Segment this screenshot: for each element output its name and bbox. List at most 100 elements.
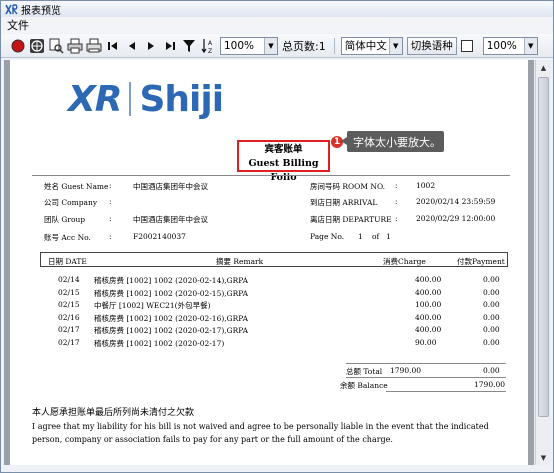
total-payment: 0.00 — [483, 366, 500, 375]
departure-label: 离店日期 DEPARTURE — [310, 215, 392, 224]
row-remark: 稽核房费 [1002] 1002 (2020-02-15),GRPA — [94, 288, 249, 298]
prev-page-icon[interactable] — [123, 37, 141, 55]
option-checkbox[interactable] — [460, 39, 473, 52]
app-logo-icon — [5, 3, 18, 15]
row-payment: 0.00 — [483, 300, 500, 309]
company-logo: XR Shiji — [68, 79, 224, 120]
zoom2-select[interactable]: 100% ▼ — [482, 36, 538, 55]
first-page-icon[interactable] — [104, 37, 122, 55]
row-remark: 中餐厅 [1002] WEC21(外包早餐) — [94, 301, 211, 310]
row-date: 02/17 — [58, 337, 80, 347]
row-payment: 0.00 — [483, 287, 500, 297]
menu-file[interactable]: 文件 — [7, 17, 29, 33]
acc-sep: : — [109, 232, 112, 241]
row-date: 02/15 — [58, 300, 80, 309]
filter-icon[interactable] — [180, 37, 198, 55]
balance-underline — [386, 391, 506, 392]
printer-icon[interactable] — [85, 37, 103, 55]
sort-icon[interactable]: AZ — [199, 37, 217, 55]
zoom-select[interactable]: 100% ▼ — [220, 36, 278, 55]
window-title: 报表预览 — [21, 5, 61, 17]
row-remark: 稽核房费 [1002] 1002 (2020-02-16),GRPA — [94, 313, 249, 323]
switch-language-button[interactable]: 切换语种 — [406, 36, 457, 55]
row-payment: 0.00 — [483, 325, 500, 334]
balance-value: 1790.00 — [474, 380, 506, 389]
col-charge: 消费Charge — [383, 257, 426, 266]
report-title-box: 宾客账单 Guest Billing Folio — [237, 140, 330, 183]
total-pages: 总页数:1 — [282, 39, 326, 53]
globe-icon[interactable] — [28, 37, 46, 55]
page-no: 1 — [358, 232, 363, 241]
scroll-up-icon[interactable]: ▲ — [536, 60, 551, 75]
disclaimer-title: 本人愿承担账单最后所列尚未清付之欠款 — [32, 408, 195, 418]
guest-name-label: 姓名 Guest Name — [44, 182, 109, 191]
balance-label: 余额 Balance — [340, 381, 388, 390]
total-charge: 1790.00 — [390, 366, 422, 375]
page-label: Page No. — [310, 232, 345, 241]
row-date: 02/14 — [58, 275, 80, 284]
header-divider — [32, 175, 510, 176]
title-cn: 宾客账单 — [264, 144, 303, 155]
totals-divider — [346, 363, 506, 364]
page-total: 1 — [386, 232, 391, 241]
menu-bar: 文件 — [1, 17, 553, 33]
row-payment: 0.00 — [483, 312, 500, 322]
company-sep: : — [109, 197, 112, 206]
row-charge: 400.00 — [415, 275, 442, 284]
print-preview-icon[interactable] — [47, 37, 65, 55]
title-bar: 报表预览 — [1, 1, 553, 17]
disclaimer-text: I agree that my liability for his bill i… — [32, 422, 489, 444]
balance-divider — [346, 377, 506, 378]
col-payment: 付款Payment — [457, 257, 505, 266]
toolbar: AZ 100% ▼ 总页数:1 简体中文 ▼ 切换语种 100% ▼ — [1, 34, 553, 58]
chevron-down-icon[interactable]: ▼ — [523, 37, 537, 54]
scroll-thumb[interactable] — [538, 77, 549, 417]
row-charge: 400.00 — [415, 312, 442, 322]
row-date: 02/15 — [58, 287, 80, 297]
record-icon[interactable] — [9, 37, 27, 55]
zoom-value: 100% — [224, 39, 255, 52]
row-date: 02/16 — [58, 312, 80, 322]
toolbar-separator — [333, 37, 335, 54]
scroll-down-icon[interactable]: ▼ — [536, 450, 551, 465]
language-select[interactable]: 简体中文 ▼ — [340, 36, 403, 55]
page-of: of — [372, 232, 380, 241]
arrival-label: 到店日期 ARRIVAL — [310, 198, 378, 207]
col-date: 日期 DATE — [48, 257, 87, 266]
row-remark: 稽核房费 [1002] 1002 (2020-02-17) — [94, 338, 225, 348]
total-label: 总额 Total — [346, 367, 383, 376]
logo-shiji: Shiji — [139, 79, 224, 120]
departure-value: 2020/02/29 12:00:00 — [416, 214, 496, 223]
group-value: 中国酒店集团年中会议 — [133, 215, 208, 224]
row-payment: 0.00 — [483, 337, 500, 347]
language-value: 简体中文 — [344, 40, 387, 52]
guest-name-sep: : — [109, 181, 112, 190]
row-date: 02/17 — [58, 325, 80, 334]
print-icon[interactable] — [66, 37, 84, 55]
chevron-down-icon[interactable]: ▼ — [264, 37, 277, 54]
row-charge: 100.00 — [415, 300, 442, 309]
last-page-icon[interactable] — [161, 37, 179, 55]
guest-name-value: 中国酒店集团年中会议 — [133, 182, 208, 191]
arrival-sep: : — [395, 197, 398, 206]
acc-label: 账号 Acc No. — [44, 233, 91, 242]
room-label: 房间号码 ROOM NO. — [310, 182, 386, 191]
zoom2-value: 100% — [486, 39, 517, 52]
departure-sep: : — [395, 214, 398, 223]
row-charge: 400.00 — [415, 325, 442, 334]
svg-text:Z: Z — [208, 48, 212, 54]
chevron-down-icon[interactable]: ▼ — [388, 37, 402, 54]
acc-value: F2002140037 — [133, 232, 186, 241]
group-sep: : — [109, 214, 112, 223]
room-value: 1002 — [416, 181, 436, 190]
row-remark: 稽核房费 [1002] 1002 (2020-02-17),GRPA — [94, 326, 249, 335]
vertical-scrollbar[interactable]: ▲ ▼ — [535, 60, 551, 465]
row-payment: 0.00 — [483, 275, 500, 284]
group-label: 团队 Group — [44, 215, 86, 224]
room-sep: : — [395, 181, 398, 190]
svg-text:A: A — [208, 40, 213, 47]
row-charge: 400.00 — [415, 287, 442, 297]
arrival-value: 2020/02/14 23:59:59 — [416, 197, 496, 206]
logo-xr: XR — [68, 79, 122, 120]
next-page-icon[interactable] — [142, 37, 160, 55]
